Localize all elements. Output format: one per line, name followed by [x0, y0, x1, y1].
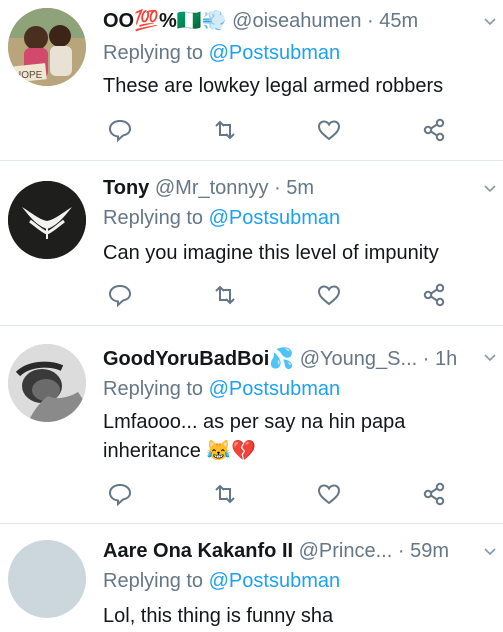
chevron-down-icon[interactable]	[483, 350, 497, 364]
tweet-header: Tony @Mr_tonnyy · 5m	[103, 175, 314, 201]
replying-to: Replying to @Postsubman	[103, 205, 340, 231]
tweet-card[interactable]: Aare Ona Kakanfo II @Prince... · 59m Rep…	[0, 524, 503, 632]
mention-link[interactable]: @Postsubman	[209, 42, 340, 64]
share-icon[interactable]	[420, 281, 448, 309]
action-bar	[103, 116, 453, 144]
chevron-down-icon[interactable]	[483, 14, 497, 28]
tweet-card[interactable]: Tony @Mr_tonnyy · 5m Replying to @Postsu…	[0, 161, 503, 326]
mention-link[interactable]: @Postsubman	[209, 570, 340, 592]
tweet-text: Lmfaooo... as per say na hin papa inheri…	[103, 408, 493, 466]
reply-icon[interactable]	[106, 116, 134, 144]
share-icon[interactable]	[420, 116, 448, 144]
display-name[interactable]: OO💯%🇳🇬💨	[103, 10, 227, 32]
handle[interactable]: @Young_S...	[300, 348, 417, 370]
replying-label: Replying to	[103, 570, 204, 592]
replying-to: Replying to @Postsubman	[103, 568, 340, 594]
chevron-down-icon[interactable]	[483, 181, 497, 195]
timestamp[interactable]: · 1h	[423, 348, 457, 370]
replying-to: Replying to @Postsubman	[103, 40, 340, 66]
replying-to: Replying to @Postsubman	[103, 376, 340, 402]
avatar[interactable]: HOPE	[8, 8, 86, 86]
display-name[interactable]: GoodYoruBadBoi💦	[103, 348, 294, 370]
handle[interactable]: @oiseahumen	[232, 10, 361, 32]
handle[interactable]: @Mr_tonnyy	[155, 177, 269, 199]
timestamp[interactable]: · 45m	[367, 10, 418, 32]
tweet-text-line: inheritance 😹💔	[103, 440, 257, 462]
tweet-text-line: Lmfaooo... as per say na hin papa	[103, 411, 406, 433]
replying-label: Replying to	[103, 207, 204, 229]
avatar[interactable]	[8, 344, 86, 422]
tweet-text: Can you imagine this level of impunity	[103, 242, 439, 264]
chevron-down-icon[interactable]	[483, 544, 497, 558]
avatar-sign-text: HOPE	[14, 70, 43, 81]
display-name[interactable]: Tony	[103, 177, 149, 199]
tweet-card[interactable]: HOPE OO💯%🇳🇬💨 @oiseahumen · 45m Replying …	[0, 0, 503, 161]
like-icon[interactable]	[315, 281, 343, 309]
tweet-text: These are lowkey legal armed robbers	[103, 75, 444, 97]
tweet-header: Aare Ona Kakanfo II @Prince... · 59m	[103, 538, 449, 564]
mention-link[interactable]: @Postsubman	[209, 207, 340, 229]
avatar[interactable]	[8, 181, 86, 259]
tweet-header: GoodYoruBadBoi💦 @Young_S... · 1h	[103, 346, 457, 372]
retweet-icon[interactable]	[211, 281, 239, 309]
reply-icon[interactable]	[106, 480, 134, 508]
tweet-text: Lol, this thing is funny sha	[103, 605, 334, 627]
retweet-icon[interactable]	[211, 480, 239, 508]
reply-icon[interactable]	[106, 281, 134, 309]
replying-label: Replying to	[103, 378, 204, 400]
tweet-card[interactable]: GoodYoruBadBoi💦 @Young_S... · 1h Replyin…	[0, 326, 503, 524]
action-bar	[103, 480, 453, 508]
like-icon[interactable]	[315, 480, 343, 508]
mention-link[interactable]: @Postsubman	[209, 378, 340, 400]
share-icon[interactable]	[420, 480, 448, 508]
display-name[interactable]: Aare Ona Kakanfo II	[103, 540, 293, 562]
timestamp[interactable]: · 5m	[274, 177, 314, 199]
timestamp[interactable]: · 59m	[398, 540, 449, 562]
avatar[interactable]	[8, 540, 86, 618]
tweet-header: OO💯%🇳🇬💨 @oiseahumen · 45m	[103, 8, 418, 34]
handle[interactable]: @Prince...	[299, 540, 393, 562]
retweet-icon[interactable]	[211, 116, 239, 144]
action-bar	[103, 281, 453, 309]
like-icon[interactable]	[315, 116, 343, 144]
replying-label: Replying to	[103, 42, 204, 64]
